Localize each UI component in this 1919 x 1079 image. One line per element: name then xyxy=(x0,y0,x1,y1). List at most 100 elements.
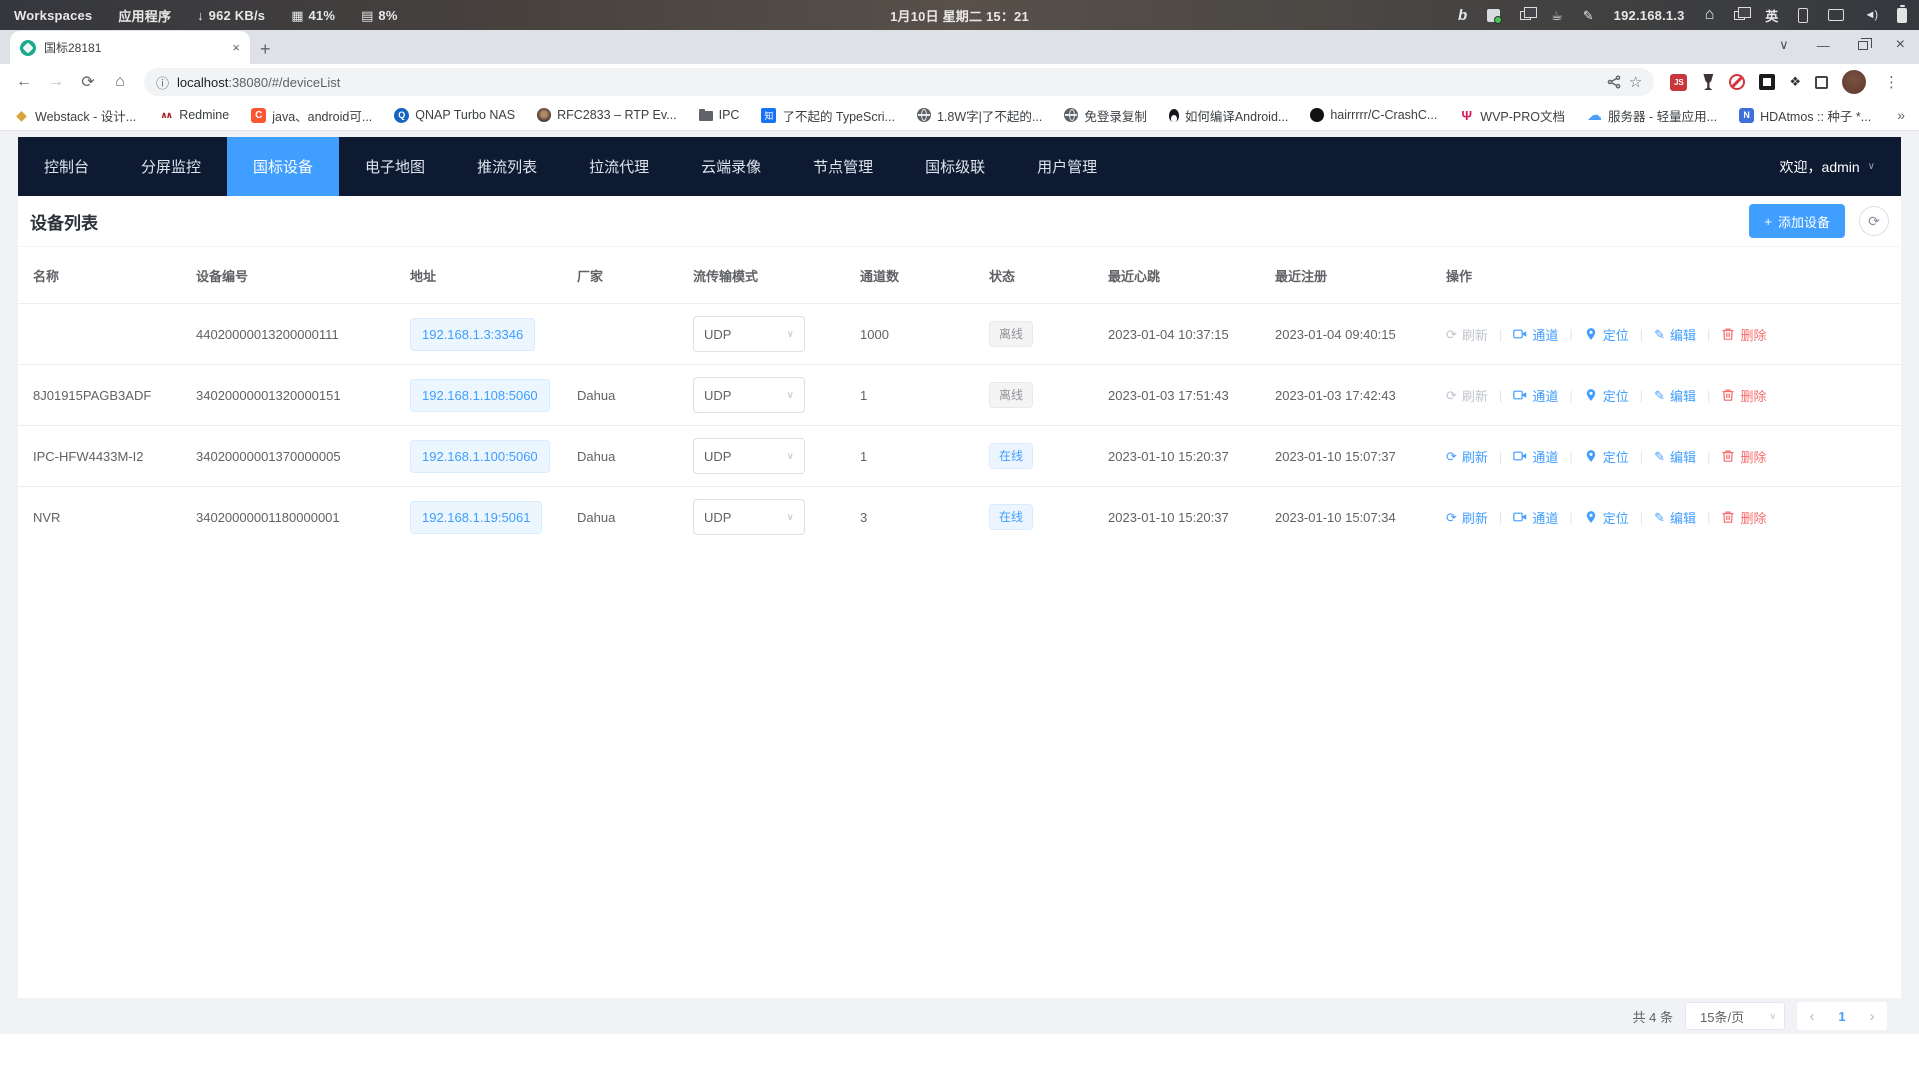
refresh-action[interactable]: ⟳刷新 xyxy=(1446,508,1488,527)
bookmark-webstack[interactable]: ◆Webstack - 设计... xyxy=(14,106,136,125)
bookmark-zhihu[interactable]: 知了不起的 TypeScri... xyxy=(761,106,895,125)
prev-page-button[interactable]: ‹ xyxy=(1797,1002,1827,1030)
back-button[interactable]: ← xyxy=(10,68,38,96)
bookmark-redmine[interactable]: ∧∧Redmine xyxy=(158,108,229,123)
nav-item-map[interactable]: 电子地图 xyxy=(339,137,451,196)
device-address-chip[interactable]: 192.168.1.108:5060 xyxy=(410,379,550,412)
site-info-icon[interactable]: ⓘ xyxy=(156,73,169,92)
channels-action[interactable]: 通道 xyxy=(1513,325,1558,344)
refresh-action[interactable]: ⟳刷新 xyxy=(1446,447,1488,466)
forward-button[interactable]: → xyxy=(42,68,70,96)
device-address-chip[interactable]: 192.168.1.19:5061 xyxy=(410,501,542,534)
edit-action[interactable]: ✎编辑 xyxy=(1654,508,1696,527)
browser-menu-icon[interactable]: ⋮ xyxy=(1880,73,1903,91)
bookmark-star-icon[interactable]: ☆ xyxy=(1629,73,1642,91)
bookmark-cloud-server[interactable]: ☁服务器 - 轻量应用... xyxy=(1587,106,1717,125)
tab-extension-icon[interactable] xyxy=(1815,76,1828,89)
browser-home-button[interactable]: ⌂ xyxy=(106,68,134,96)
user-menu[interactable]: 欢迎，admin∨ xyxy=(1780,157,1901,177)
channels-action[interactable]: 通道 xyxy=(1513,508,1558,527)
wine-extension-icon[interactable] xyxy=(1701,74,1715,90)
nav-item-pull-proxy[interactable]: 拉流代理 xyxy=(563,137,675,196)
applications-menu[interactable]: 应用程序 xyxy=(118,6,171,25)
nav-item-split-screen[interactable]: 分屏监控 xyxy=(115,137,227,196)
bing-tray-icon[interactable]: b xyxy=(1458,7,1467,24)
nav-item-user-mgmt[interactable]: 用户管理 xyxy=(1011,137,1123,196)
nav-item-push-list[interactable]: 推流列表 xyxy=(451,137,563,196)
bookmark-github[interactable]: hairrrrr/C-CrashC... xyxy=(1310,108,1437,122)
recorder-extension-icon[interactable] xyxy=(1759,74,1775,90)
address-bar[interactable]: ⓘ localhost:38080/#/deviceList ☆ xyxy=(144,68,1654,96)
locate-action[interactable]: 定位 xyxy=(1584,447,1629,466)
share-icon[interactable] xyxy=(1607,75,1621,89)
adblock-extension-icon[interactable] xyxy=(1729,74,1745,90)
url-text[interactable]: localhost:38080/#/deviceList xyxy=(177,75,1599,90)
battery-icon[interactable] xyxy=(1897,8,1907,23)
device-address-chip[interactable]: 192.168.1.3:3346 xyxy=(410,318,535,351)
device-address-chip[interactable]: 192.168.1.100:5060 xyxy=(410,440,550,473)
extensions-puzzle-icon[interactable]: ❖ xyxy=(1789,74,1801,90)
screenshot-tray-icon[interactable] xyxy=(1487,9,1500,22)
volume-icon[interactable]: ◄) xyxy=(1864,9,1877,21)
edit-action[interactable]: ✎编辑 xyxy=(1654,447,1696,466)
bookmarks-overflow-icon[interactable]: » xyxy=(1897,107,1905,123)
refresh-action[interactable]: ⟳刷新 xyxy=(1446,325,1488,344)
refresh-action[interactable]: ⟳刷新 xyxy=(1446,386,1488,405)
display-icon[interactable] xyxy=(1828,9,1844,21)
add-device-button[interactable]: + 添加设备 xyxy=(1749,204,1845,238)
delete-action[interactable]: 删除 xyxy=(1721,325,1766,344)
bookmark-android-build[interactable]: 如何编译Android... xyxy=(1169,106,1289,125)
edit-action[interactable]: ✎编辑 xyxy=(1654,325,1696,344)
nav-item-node-mgmt[interactable]: 节点管理 xyxy=(787,137,899,196)
tab-close-icon[interactable]: × xyxy=(232,40,240,55)
nav-item-dashboard[interactable]: 控制台 xyxy=(18,137,115,196)
locate-action[interactable]: 定位 xyxy=(1584,386,1629,405)
edit-action[interactable]: ✎编辑 xyxy=(1654,386,1696,405)
bookmark-csdn[interactable]: Cjava、android可... xyxy=(251,106,372,125)
caffeine-tray-icon[interactable]: ☕ xyxy=(1551,9,1563,22)
phone-link-icon[interactable] xyxy=(1798,8,1808,23)
bookmark-folder-ipc[interactable]: IPC xyxy=(699,108,740,122)
new-tab-button[interactable]: + xyxy=(260,39,271,64)
js-extension-icon[interactable]: JS xyxy=(1670,74,1687,91)
stream-mode-select[interactable]: UDP∨ xyxy=(693,316,805,352)
bookmark-rfc2833[interactable]: RFC2833 – RTP Ev... xyxy=(537,108,677,122)
clipboard-tray-icon[interactable] xyxy=(1520,11,1531,20)
bookmark-article1[interactable]: 1.8W字|了不起的... xyxy=(917,106,1042,125)
channels-action[interactable]: 通道 xyxy=(1513,447,1558,466)
nav-item-cloud-record[interactable]: 云端录像 xyxy=(675,137,787,196)
refresh-list-button[interactable]: ⟳ xyxy=(1859,206,1889,236)
profile-avatar[interactable] xyxy=(1842,70,1866,94)
window-restore-button[interactable] xyxy=(1858,41,1868,50)
clock[interactable]: 1月10日 星期二 15：21 xyxy=(890,6,1029,25)
delete-action[interactable]: 删除 xyxy=(1721,508,1766,527)
workspace-switcher-icon[interactable] xyxy=(1734,11,1745,20)
bookmark-qnap[interactable]: QQNAP Turbo NAS xyxy=(394,108,515,123)
ip-address-indicator[interactable]: 192.168.1.3 xyxy=(1614,8,1685,23)
page-size-select[interactable]: 15条/页 ∨ xyxy=(1685,1002,1785,1030)
color-picker-tray-icon[interactable]: ✎ xyxy=(1583,9,1594,22)
stream-mode-select[interactable]: UDP∨ xyxy=(693,499,805,535)
home-tray-icon[interactable]: ⌂ xyxy=(1705,7,1715,23)
window-close-button[interactable]: × xyxy=(1896,36,1905,54)
stream-mode-select[interactable]: UDP∨ xyxy=(693,377,805,413)
stream-mode-select[interactable]: UDP∨ xyxy=(693,438,805,474)
window-minimize-button[interactable]: — xyxy=(1817,38,1830,53)
channels-action[interactable]: 通道 xyxy=(1513,386,1558,405)
workspaces-button[interactable]: Workspaces xyxy=(14,8,92,23)
bookmark-wvp-docs[interactable]: ΨWVP-PRO文档 xyxy=(1459,106,1565,125)
delete-action[interactable]: 删除 xyxy=(1721,447,1766,466)
nav-item-gb-devices[interactable]: 国标设备 xyxy=(227,137,339,196)
current-page-number[interactable]: 1 xyxy=(1827,1002,1857,1030)
nav-item-gb-cascade[interactable]: 国标级联 xyxy=(899,137,1011,196)
next-page-button[interactable]: › xyxy=(1857,1002,1887,1030)
bookmark-article2[interactable]: 免登录复制 xyxy=(1064,106,1147,125)
bookmark-hdatmos[interactable]: NHDAtmos :: 种子 *... xyxy=(1739,106,1871,125)
reload-button[interactable]: ⟳ xyxy=(74,68,102,96)
profile-chevron-icon[interactable]: ∨ xyxy=(1779,37,1789,53)
locate-action[interactable]: 定位 xyxy=(1584,508,1629,527)
delete-action[interactable]: 删除 xyxy=(1721,386,1766,405)
locate-action[interactable]: 定位 xyxy=(1584,325,1629,344)
browser-tab[interactable]: 国标28181 × xyxy=(10,31,250,64)
input-method-indicator[interactable]: 英 xyxy=(1765,6,1778,25)
